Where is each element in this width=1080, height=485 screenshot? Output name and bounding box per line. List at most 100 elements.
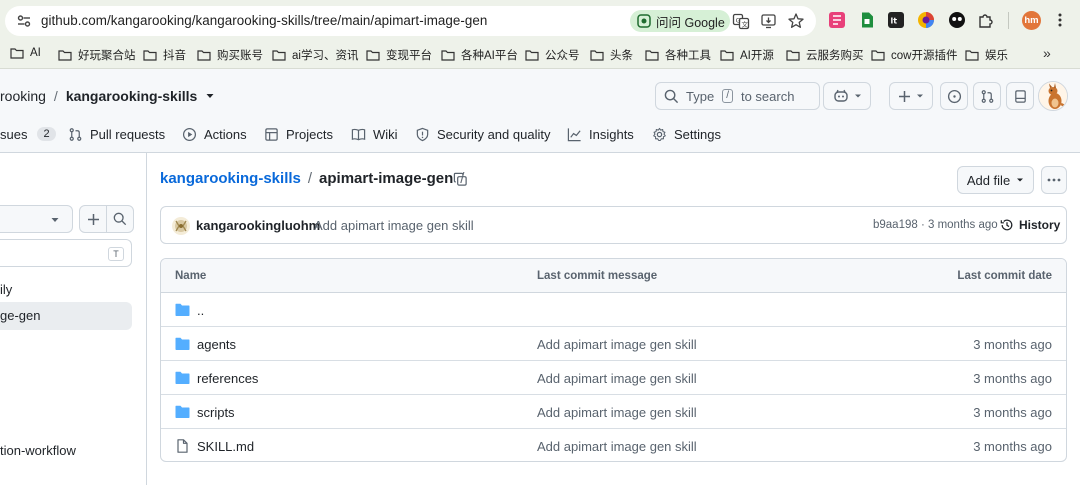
address-bar[interactable]: github.com/kangarooking/kangarooking-ski… (5, 6, 816, 36)
pull-requests-button[interactable] (973, 82, 1001, 110)
file-name-link[interactable]: references (197, 371, 258, 386)
table-row-parent[interactable]: .. (161, 293, 1066, 327)
bookmark-folder[interactable]: 各种AI平台 (441, 47, 518, 63)
repo-name-link[interactable]: kangarooking-skills (66, 88, 197, 104)
commit-message-link[interactable]: Add apimart image gen skill (537, 371, 697, 386)
folder-icon (720, 50, 734, 61)
bookmark-folder[interactable]: 娱乐 (965, 47, 1008, 63)
extension-pink-icon[interactable] (828, 11, 846, 29)
sidebar-divider (146, 153, 147, 485)
file-name-link[interactable]: scripts (197, 405, 235, 420)
bookmark-folder[interactable]: 头条 (590, 47, 633, 63)
search-files-button[interactable] (106, 205, 134, 233)
parent-directory-link[interactable]: .. (197, 303, 204, 318)
extension-face-icon[interactable] (948, 11, 966, 29)
bookmark-folder[interactable]: 好玩聚合站 (58, 47, 136, 63)
tab-security[interactable]: Security and quality (415, 124, 550, 144)
lens-icon (637, 14, 651, 28)
folder-icon (175, 337, 190, 350)
tab-actions-label: Actions (204, 126, 247, 142)
file-name-link[interactable]: SKILL.md (197, 439, 254, 454)
path-repo-link[interactable]: kangarooking-skills (160, 170, 301, 187)
extension-color-icon[interactable] (917, 11, 935, 29)
bookmark-folder[interactable]: cow开源插件 (871, 47, 957, 63)
commit-message-link[interactable]: Add apimart image gen skill (537, 405, 697, 420)
tab-pull-requests[interactable]: Pull requests (68, 124, 165, 144)
kangaroo-avatar-icon (1039, 82, 1067, 110)
translate-icon[interactable]: G 文 (732, 12, 750, 30)
commit-author-avatar[interactable] (172, 217, 190, 235)
folder-icon (58, 50, 72, 61)
bookmark-folder[interactable]: 公众号 (525, 47, 580, 63)
extension-dark-icon[interactable]: lt (887, 11, 905, 29)
tab-issues[interactable]: sues 2 (0, 124, 56, 144)
issues-button[interactable] (940, 82, 968, 110)
tab-settings[interactable]: Settings (652, 124, 721, 144)
search-input[interactable]: Type / to search (655, 82, 820, 110)
plus-icon (899, 90, 910, 102)
repo-owner-link[interactable]: rooking (0, 88, 46, 104)
folder-icon (366, 50, 380, 61)
tree-item[interactable]: ily (0, 282, 12, 297)
tree-item-label: ge-gen (0, 308, 41, 323)
tree-item[interactable]: tion-workflow (0, 443, 76, 458)
bookmarks-overflow-button[interactable]: » (1043, 45, 1051, 61)
profile-avatar[interactable]: hm (1022, 11, 1041, 30)
table-row[interactable]: scripts Add apimart image gen skill 3 mo… (161, 395, 1066, 429)
bookmark-folder[interactable]: AI开源 (720, 47, 774, 63)
extension-sheet-icon[interactable] (858, 11, 876, 29)
commit-message[interactable]: Add apimart image gen skill (314, 218, 474, 233)
chrome-menu-icon[interactable] (1052, 11, 1068, 29)
bookmark-label: 头条 (610, 50, 633, 62)
create-new-button[interactable] (889, 82, 933, 110)
url-text[interactable]: github.com/kangarooking/kangarooking-ski… (41, 13, 487, 28)
pull-request-icon (981, 89, 993, 103)
bookmark-label: cow开源插件 (891, 50, 958, 62)
chevron-down-icon (917, 94, 923, 98)
tab-wiki[interactable]: Wiki (351, 124, 398, 144)
more-options-button[interactable] (1041, 166, 1067, 194)
repo-caret-icon[interactable] (205, 91, 215, 101)
table-row[interactable]: SKILL.md Add apimart image gen skill 3 m… (161, 429, 1066, 461)
filter-files-input[interactable]: T (0, 239, 132, 267)
search-suffix: to search (740, 88, 795, 104)
install-app-icon[interactable] (760, 12, 778, 30)
bookmark-folder[interactable]: ai学习、资讯 (272, 47, 358, 63)
commit-author[interactable]: kangarookingluohm (196, 218, 320, 233)
bookmark-star-icon[interactable] (787, 12, 805, 30)
tab-security-label: Security and quality (437, 126, 551, 142)
tab-actions[interactable]: Actions (182, 124, 247, 144)
file-name-link[interactable]: agents (197, 337, 236, 352)
copy-path-icon[interactable] (453, 172, 468, 187)
copilot-button[interactable] (823, 82, 871, 110)
add-file-icon-button[interactable] (79, 205, 107, 233)
bookmark-folder[interactable]: 云服务购买 (786, 47, 864, 63)
bookmark-folder[interactable]: AI (10, 47, 41, 59)
bookmark-folder[interactable]: 购买账号 (197, 47, 263, 63)
bookmark-label: 好玩聚合站 (78, 50, 136, 62)
commit-message-link[interactable]: Add apimart image gen skill (537, 439, 697, 454)
table-row[interactable]: references Add apimart image gen skill 3… (161, 361, 1066, 395)
bookmark-label: 公众号 (545, 50, 580, 62)
table-row[interactable]: agents Add apimart image gen skill 3 mon… (161, 327, 1066, 361)
tree-item-active[interactable]: ge-gen (0, 302, 132, 330)
commit-message-link[interactable]: Add apimart image gen skill (537, 337, 697, 352)
user-avatar[interactable] (1038, 81, 1068, 111)
history-button[interactable]: History (1000, 218, 1060, 232)
tab-projects[interactable]: Projects (264, 124, 333, 144)
bookmark-folder[interactable]: 变现平台 (366, 47, 432, 63)
extensions-puzzle-icon[interactable] (977, 11, 995, 29)
inbox-button[interactable] (1006, 82, 1034, 110)
latest-commit-bar: kangarookingluohm Add apimart image gen … (160, 206, 1067, 244)
ask-google-button[interactable]: 问问 Google (630, 10, 730, 32)
bookmark-folder[interactable]: 各种工具 (645, 47, 711, 63)
tab-insights[interactable]: Insights (567, 124, 634, 144)
commit-meta[interactable]: b9aa198 · 3 months ago (873, 219, 998, 231)
branch-selector[interactable] (0, 205, 73, 233)
add-file-button[interactable]: Add file (957, 166, 1034, 194)
url-host: github.com (41, 13, 108, 28)
search-shortcut-key: / (722, 89, 733, 103)
filter-shortcut-key: T (108, 247, 124, 261)
bookmark-folder[interactable]: 抖音 (143, 47, 186, 63)
site-settings-icon[interactable] (16, 13, 32, 29)
